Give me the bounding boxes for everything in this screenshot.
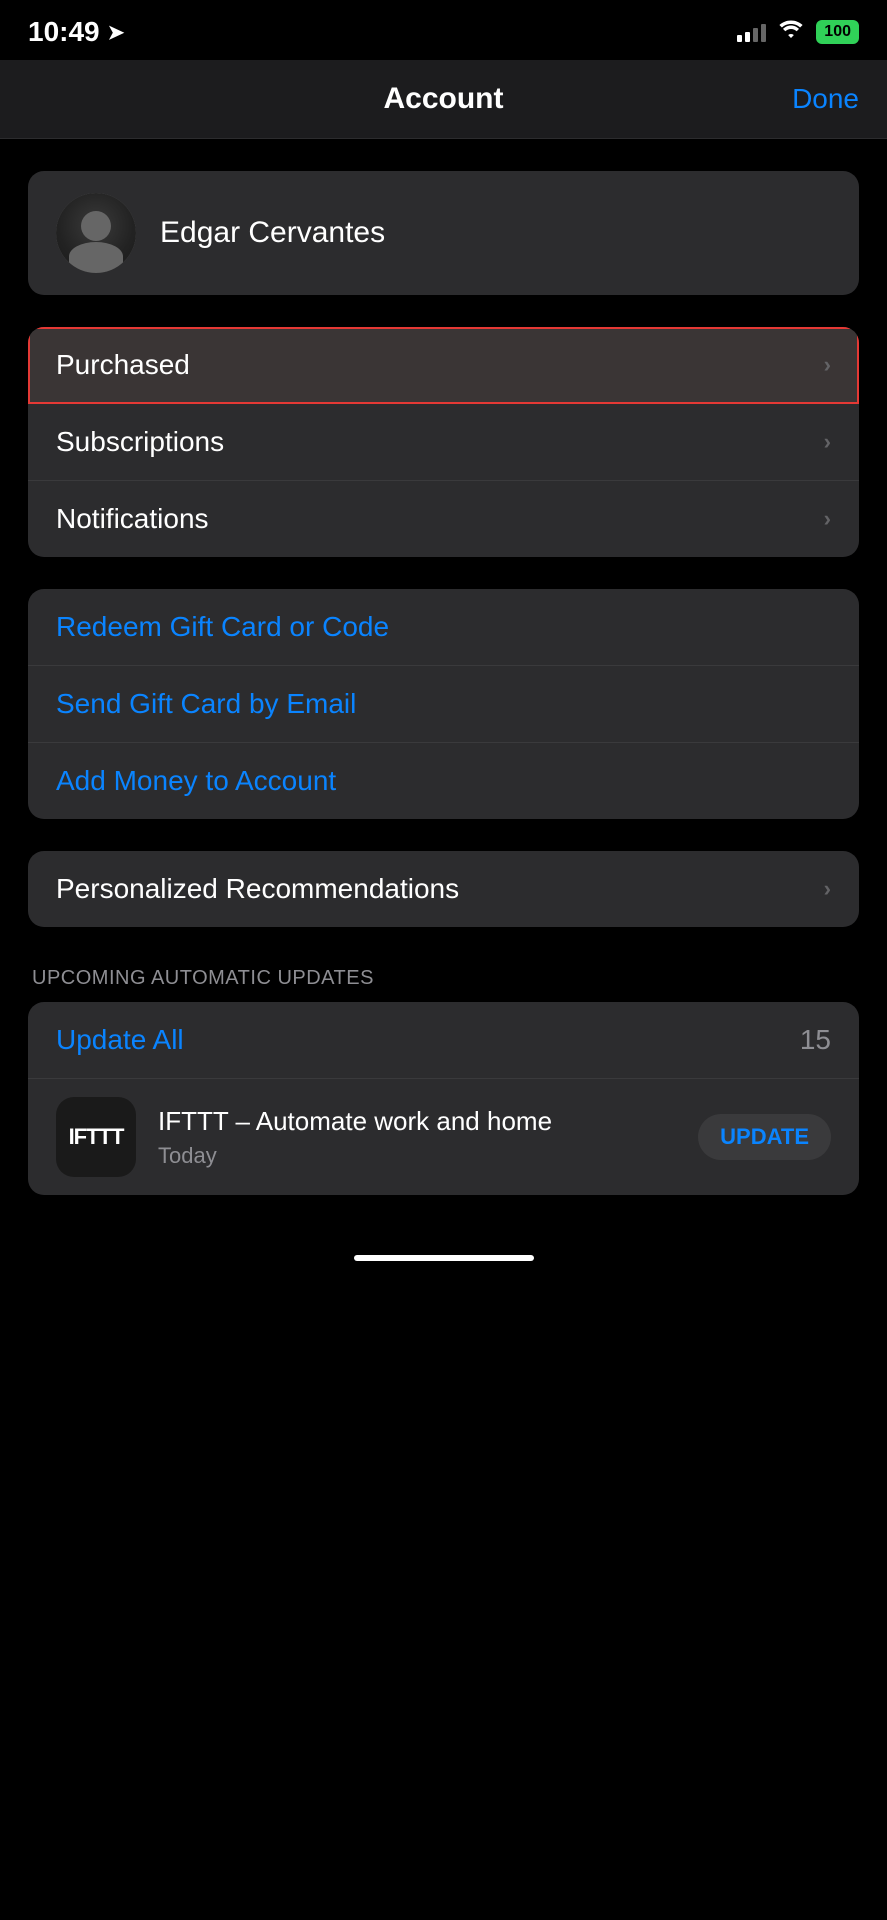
subscriptions-chevron-icon: ›: [824, 429, 831, 455]
personalized-label: Personalized Recommendations: [56, 873, 459, 905]
subscriptions-menu-item[interactable]: Subscriptions ›: [28, 404, 859, 481]
battery-level: 100: [824, 23, 851, 40]
notifications-label: Notifications: [56, 503, 209, 535]
battery-indicator: 100: [816, 20, 859, 44]
home-bar: [354, 1255, 534, 1261]
nav-header: Account Done: [0, 60, 887, 139]
status-bar: 10:49 ➤ 100: [0, 0, 887, 60]
app-info: IFTTT – Automate work and home Today: [158, 1105, 676, 1169]
profile-name: Edgar Cervantes: [160, 216, 385, 250]
page-title: Account: [384, 82, 504, 116]
update-button[interactable]: UPDATE: [698, 1114, 831, 1160]
gift-card-card: Redeem Gift Card or Code Send Gift Card …: [28, 589, 859, 819]
time-display: 10:49: [28, 16, 100, 48]
update-count: 15: [800, 1024, 831, 1056]
personalized-section: Personalized Recommendations ›: [28, 851, 859, 927]
purchased-menu-item[interactable]: Purchased ›: [28, 327, 859, 404]
add-money-label: Add Money to Account: [56, 765, 336, 797]
ifttt-app-icon: IFTTT: [56, 1097, 136, 1177]
send-gift-card-item[interactable]: Send Gift Card by Email: [28, 666, 859, 743]
ifttt-update-row: IFTTT IFTTT – Automate work and home Tod…: [28, 1079, 859, 1195]
profile-section: Edgar Cervantes: [28, 171, 859, 295]
subscriptions-label: Subscriptions: [56, 426, 224, 458]
status-time: 10:49 ➤: [28, 16, 124, 48]
personalized-recommendations-item[interactable]: Personalized Recommendations ›: [28, 851, 859, 927]
purchased-chevron-icon: ›: [824, 352, 831, 378]
menu-section: Purchased › Subscriptions › Notification…: [28, 327, 859, 557]
updates-card: Update All 15 IFTTT IFTTT – Automate wor…: [28, 1002, 859, 1195]
send-gift-card-label: Send Gift Card by Email: [56, 688, 356, 720]
menu-card: Purchased › Subscriptions › Notification…: [28, 327, 859, 557]
gift-card-section: Redeem Gift Card or Code Send Gift Card …: [28, 589, 859, 819]
personalized-card[interactable]: Personalized Recommendations ›: [28, 851, 859, 927]
signal-icon: [737, 22, 766, 42]
app-name: IFTTT – Automate work and home: [158, 1105, 676, 1139]
avatar-image: [56, 193, 136, 273]
app-date: Today: [158, 1143, 676, 1169]
upcoming-updates-section: UPCOMING AUTOMATIC UPDATES Update All 15…: [28, 967, 859, 1195]
profile-card[interactable]: Edgar Cervantes: [28, 171, 859, 295]
redeem-gift-card-label: Redeem Gift Card or Code: [56, 611, 389, 643]
purchased-label: Purchased: [56, 349, 190, 381]
notifications-menu-item[interactable]: Notifications ›: [28, 481, 859, 557]
location-icon: ➤: [108, 20, 125, 45]
home-indicator: [0, 1235, 887, 1277]
notifications-chevron-icon: ›: [824, 506, 831, 532]
wifi-icon: [778, 19, 804, 45]
add-money-item[interactable]: Add Money to Account: [28, 743, 859, 819]
content: Edgar Cervantes Purchased › Subscription…: [0, 171, 887, 1195]
upcoming-updates-label: UPCOMING AUTOMATIC UPDATES: [28, 967, 859, 990]
personalized-chevron-icon: ›: [824, 876, 831, 902]
status-right-icons: 100: [737, 19, 859, 45]
avatar: [56, 193, 136, 273]
redeem-gift-card-item[interactable]: Redeem Gift Card or Code: [28, 589, 859, 666]
done-button[interactable]: Done: [792, 83, 859, 115]
update-all-label[interactable]: Update All: [56, 1024, 184, 1056]
update-all-row[interactable]: Update All 15: [28, 1002, 859, 1079]
ifttt-logo-text: IFTTT: [69, 1124, 124, 1150]
